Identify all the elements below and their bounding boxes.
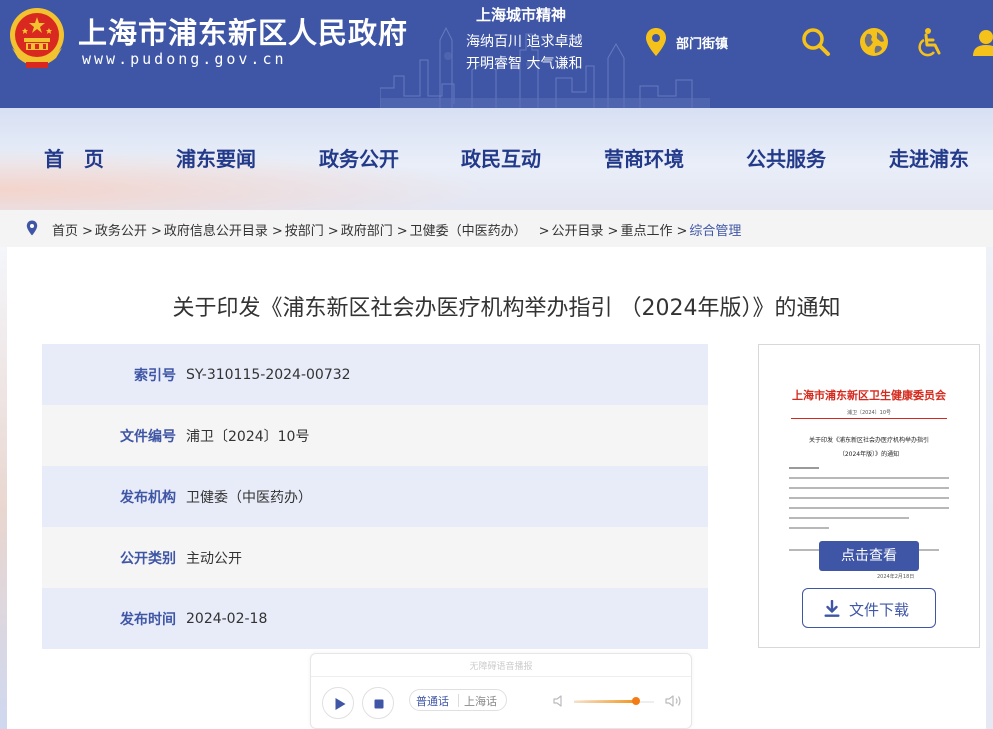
main-nav: 首 页 浦东要闻 政务公开 政民互动 营商环境 公共服务 走进浦东 (0, 108, 993, 210)
page: 上海市浦东新区人民政府 www.pudong.gov.cn 上海城市精神 海纳百… (0, 0, 993, 729)
metadata-row-publish-date: 发布时间 2024-02-18 (42, 588, 708, 649)
accessibility-icon[interactable] (914, 26, 946, 58)
player-title: 无障碍语音播报 (469, 662, 533, 672)
nav-item-interaction[interactable]: 政民互动 (461, 143, 541, 172)
preview-text-line (789, 507, 949, 509)
document-preview[interactable]: 上海市浦东新区卫生健康委员会 浦卫〔2024〕10号 关于印发《浦东新区社会办医… (758, 344, 980, 648)
breadcrumb-item-government-affairs[interactable]: 政务公开 (95, 224, 147, 239)
metadata-label: 公开类别 (120, 550, 176, 567)
preview-heading-line-1: 关于印发《浦东新区社会办医疗机构举办指引 (808, 437, 929, 444)
metadata-label: 文件编号 (120, 428, 176, 445)
city-spirit-line-2: 开明睿智 大气谦和 (466, 56, 583, 72)
download-icon (824, 600, 840, 617)
metadata-row-index-number: 索引号 SY-310115-2024-00732 (42, 344, 708, 405)
search-icon[interactable] (800, 26, 832, 58)
volume-high-icon[interactable] (665, 694, 683, 708)
preview-text-line (789, 527, 829, 529)
nav-item-pudong-news[interactable]: 浦东要闻 (176, 143, 256, 172)
preview-text-line (789, 487, 949, 489)
globe-icon[interactable] (858, 26, 890, 58)
player-divider (311, 676, 691, 677)
breadcrumb-separator: > (82, 224, 93, 239)
breadcrumb-item-info-catalog[interactable]: 政府信息公开目录 (164, 224, 268, 239)
city-spirit-line-1: 海纳百川 追求卓越 (466, 34, 583, 50)
dialect-separator (458, 694, 459, 707)
breadcrumb-separator: > (538, 224, 550, 239)
breadcrumb-separator: > (396, 224, 408, 239)
shanghainese-option[interactable]: 上海话 (464, 693, 497, 709)
volume-low-icon[interactable] (552, 694, 566, 708)
location-pin-icon (646, 28, 666, 56)
view-document-button[interactable]: 点击查看 (819, 541, 919, 571)
breadcrumb-item-public-catalog[interactable]: 公开目录 (552, 224, 604, 239)
metadata-value: 2024-02-18 (186, 610, 268, 627)
play-icon (335, 698, 346, 710)
metadata-value: 主动公开 (186, 550, 242, 567)
file-download-label: 文件下载 (849, 601, 910, 619)
breadcrumb-separator: > (607, 224, 619, 239)
breadcrumb-item-government-departments[interactable]: 政府部门 (341, 224, 393, 239)
breadcrumb: 首页 > 政务公开 > 政府信息公开目录 > 按部门 > 政府部门 > 卫健委（中医药办） > 公开目录… (0, 210, 993, 247)
national-emblem-icon (10, 8, 64, 68)
breadcrumb-item-key-work[interactable]: 重点工作 (620, 224, 672, 239)
dialect-toggle: 普通话 上海话 (409, 689, 507, 711)
metadata-label: 索引号 (134, 367, 176, 384)
site-title[interactable]: 上海市浦东新区人民政府 (78, 10, 408, 52)
nav-item-about-pudong[interactable]: 走进浦东 (889, 143, 969, 172)
file-download-button[interactable]: 文件下载 (802, 588, 936, 628)
play-button[interactable] (322, 687, 354, 719)
nav-item-public-services[interactable]: 公共服务 (746, 143, 826, 172)
breadcrumb-item-by-department[interactable]: 按部门 (285, 224, 324, 239)
breadcrumb-separator: > (676, 224, 688, 239)
metadata-label: 发布时间 (120, 611, 176, 628)
breadcrumb-item-current[interactable]: 综合管理 (689, 224, 741, 239)
stop-icon (374, 699, 384, 709)
document-metadata-table: 索引号 SY-310115-2024-00732 文件编号 浦卫〔2024〕10… (42, 344, 708, 649)
preview-sign-date: 2024年2月18日 (877, 574, 915, 580)
site-header: 上海市浦东新区人民政府 www.pudong.gov.cn 上海城市精神 海纳百… (0, 0, 993, 108)
breadcrumb-separator: > (327, 224, 339, 239)
voice-broadcast-player: 无障碍语音播报 普通话 上海话 (310, 653, 692, 729)
breadcrumb-separator: > (150, 224, 162, 239)
preview-text-line (789, 497, 949, 499)
breadcrumb-separator: > (271, 224, 283, 239)
preview-red-rule (791, 418, 947, 419)
mandarin-option[interactable]: 普通话 (416, 693, 449, 709)
breadcrumb-trail: 首页 > 政务公开 > 政府信息公开目录 > 按部门 > 政府部门 > 卫健委（中医药办） > 公开目录… (52, 220, 741, 239)
site-url[interactable]: www.pudong.gov.cn (82, 50, 287, 68)
breadcrumb-item-health-commission[interactable]: 卫健委（中医药办） (410, 224, 527, 239)
user-icon[interactable] (970, 26, 993, 58)
preview-doc-number: 浦卫〔2024〕10号 (846, 410, 892, 416)
metadata-value: 卫健委（中医药办） (186, 489, 312, 506)
article-title: 关于印发《浦东新区社会办医疗机构举办指引 （2024年版）》的通知 (172, 296, 841, 321)
location-pin-icon (26, 220, 38, 236)
preview-heading-line-2: （2024年版）》的通知 (838, 451, 900, 458)
metadata-row-publisher: 发布机构 卫健委（中医药办） (42, 466, 708, 527)
nav-item-home[interactable]: 首 页 (44, 143, 104, 172)
breadcrumb-item-home[interactable]: 首页 (52, 224, 78, 239)
stop-button[interactable] (362, 687, 394, 719)
metadata-row-document-number: 文件编号 浦卫〔2024〕10号 (42, 405, 708, 466)
department-street-link[interactable]: 部门街镇 (676, 33, 728, 52)
volume-slider-fill (574, 700, 636, 703)
volume-slider-handle[interactable] (632, 697, 640, 705)
preview-org-header: 上海市浦东新区卫生健康委员会 (792, 389, 946, 402)
preview-text-line (789, 477, 949, 479)
city-spirit-title: 上海城市精神 (476, 6, 567, 24)
preview-text-line (789, 467, 819, 469)
metadata-value: 浦卫〔2024〕10号 (186, 428, 310, 445)
nav-item-government-affairs[interactable]: 政务公开 (319, 143, 399, 172)
metadata-row-disclosure-type: 公开类别 主动公开 (42, 527, 708, 588)
nav-item-business-environment[interactable]: 营商环境 (604, 143, 684, 172)
metadata-label: 发布机构 (120, 489, 176, 506)
metadata-value: SY-310115-2024-00732 (186, 366, 351, 383)
preview-text-line (789, 517, 909, 519)
